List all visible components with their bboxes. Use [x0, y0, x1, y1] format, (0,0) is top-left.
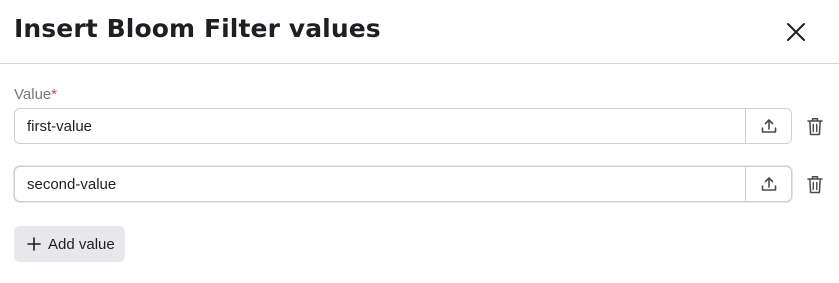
add-value-button[interactable]: Add value: [14, 226, 125, 262]
dialog-title: Insert Bloom Filter values: [14, 14, 381, 43]
value-label-text: Value: [14, 86, 52, 103]
add-value-label: Add value: [48, 235, 115, 253]
upload-icon: [761, 177, 776, 191]
required-marker: *: [51, 86, 58, 103]
close-icon: [787, 23, 805, 41]
insert-bloom-filter-dialog: Insert Bloom Filter values Value* first-…: [0, 0, 839, 283]
delete-value-button[interactable]: [804, 114, 826, 138]
value-row: [14, 166, 839, 202]
value-field-label: Value*: [14, 86, 57, 103]
plus-icon: [27, 237, 41, 251]
upload-button[interactable]: [745, 109, 791, 143]
value-input-wrapper: [14, 108, 792, 144]
upload-icon: [761, 119, 776, 133]
close-button[interactable]: [780, 16, 812, 48]
upload-button[interactable]: [745, 167, 791, 201]
trash-icon: [807, 175, 823, 193]
value-input[interactable]: [15, 167, 746, 201]
value-row: [14, 108, 839, 144]
value-input[interactable]: [15, 109, 746, 143]
dialog-header: Insert Bloom Filter values: [0, 0, 839, 64]
trash-icon: [807, 117, 823, 135]
value-input-wrapper: [14, 166, 792, 202]
delete-value-button[interactable]: [804, 172, 826, 196]
